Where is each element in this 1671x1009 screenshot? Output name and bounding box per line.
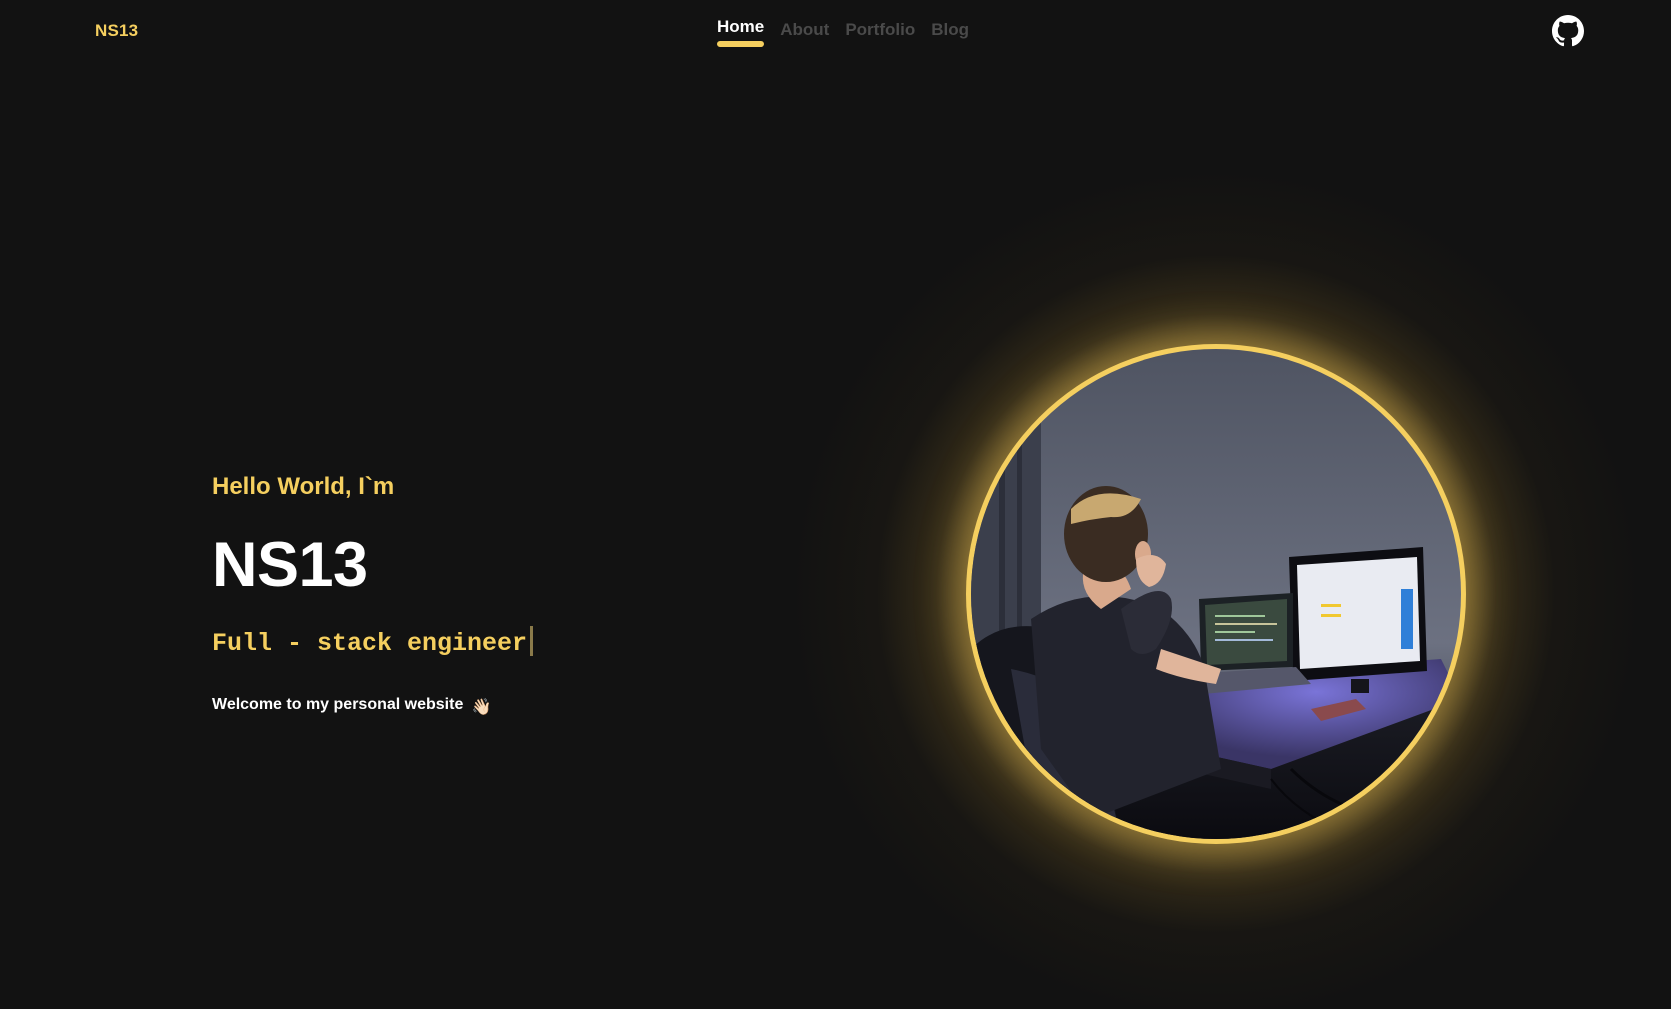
github-icon[interactable] <box>1552 15 1584 47</box>
typing-cursor <box>530 626 534 656</box>
nav-link-label: Blog <box>931 20 969 39</box>
page: NS13 Home About Portfolio Blog Hello Wor… <box>0 0 1671 1009</box>
nav-link-blog[interactable]: Blog <box>931 19 969 41</box>
hero-role-text: Full - stack engineer <box>212 629 528 658</box>
active-underline <box>717 41 765 47</box>
nav-link-about[interactable]: About <box>780 19 829 41</box>
nav-link-label: Portfolio <box>845 20 916 39</box>
nav-link-home[interactable]: Home <box>717 16 765 47</box>
nav-link-label: Home <box>717 17 765 36</box>
brand-logo[interactable]: NS13 <box>95 21 138 41</box>
developer-at-desk-illustration <box>971 349 1461 839</box>
waving-hand-icon: 👋🏻 <box>471 699 492 716</box>
top-nav: NS13 Home About Portfolio Blog <box>0 0 1671 62</box>
hero-welcome-text: Welcome to my personal website <box>212 696 464 713</box>
nav-link-label: About <box>780 20 830 39</box>
nav-link-portfolio[interactable]: Portfolio <box>845 19 915 41</box>
nav-links: Home About Portfolio Blog <box>717 16 969 47</box>
profile-photo <box>966 344 1466 844</box>
